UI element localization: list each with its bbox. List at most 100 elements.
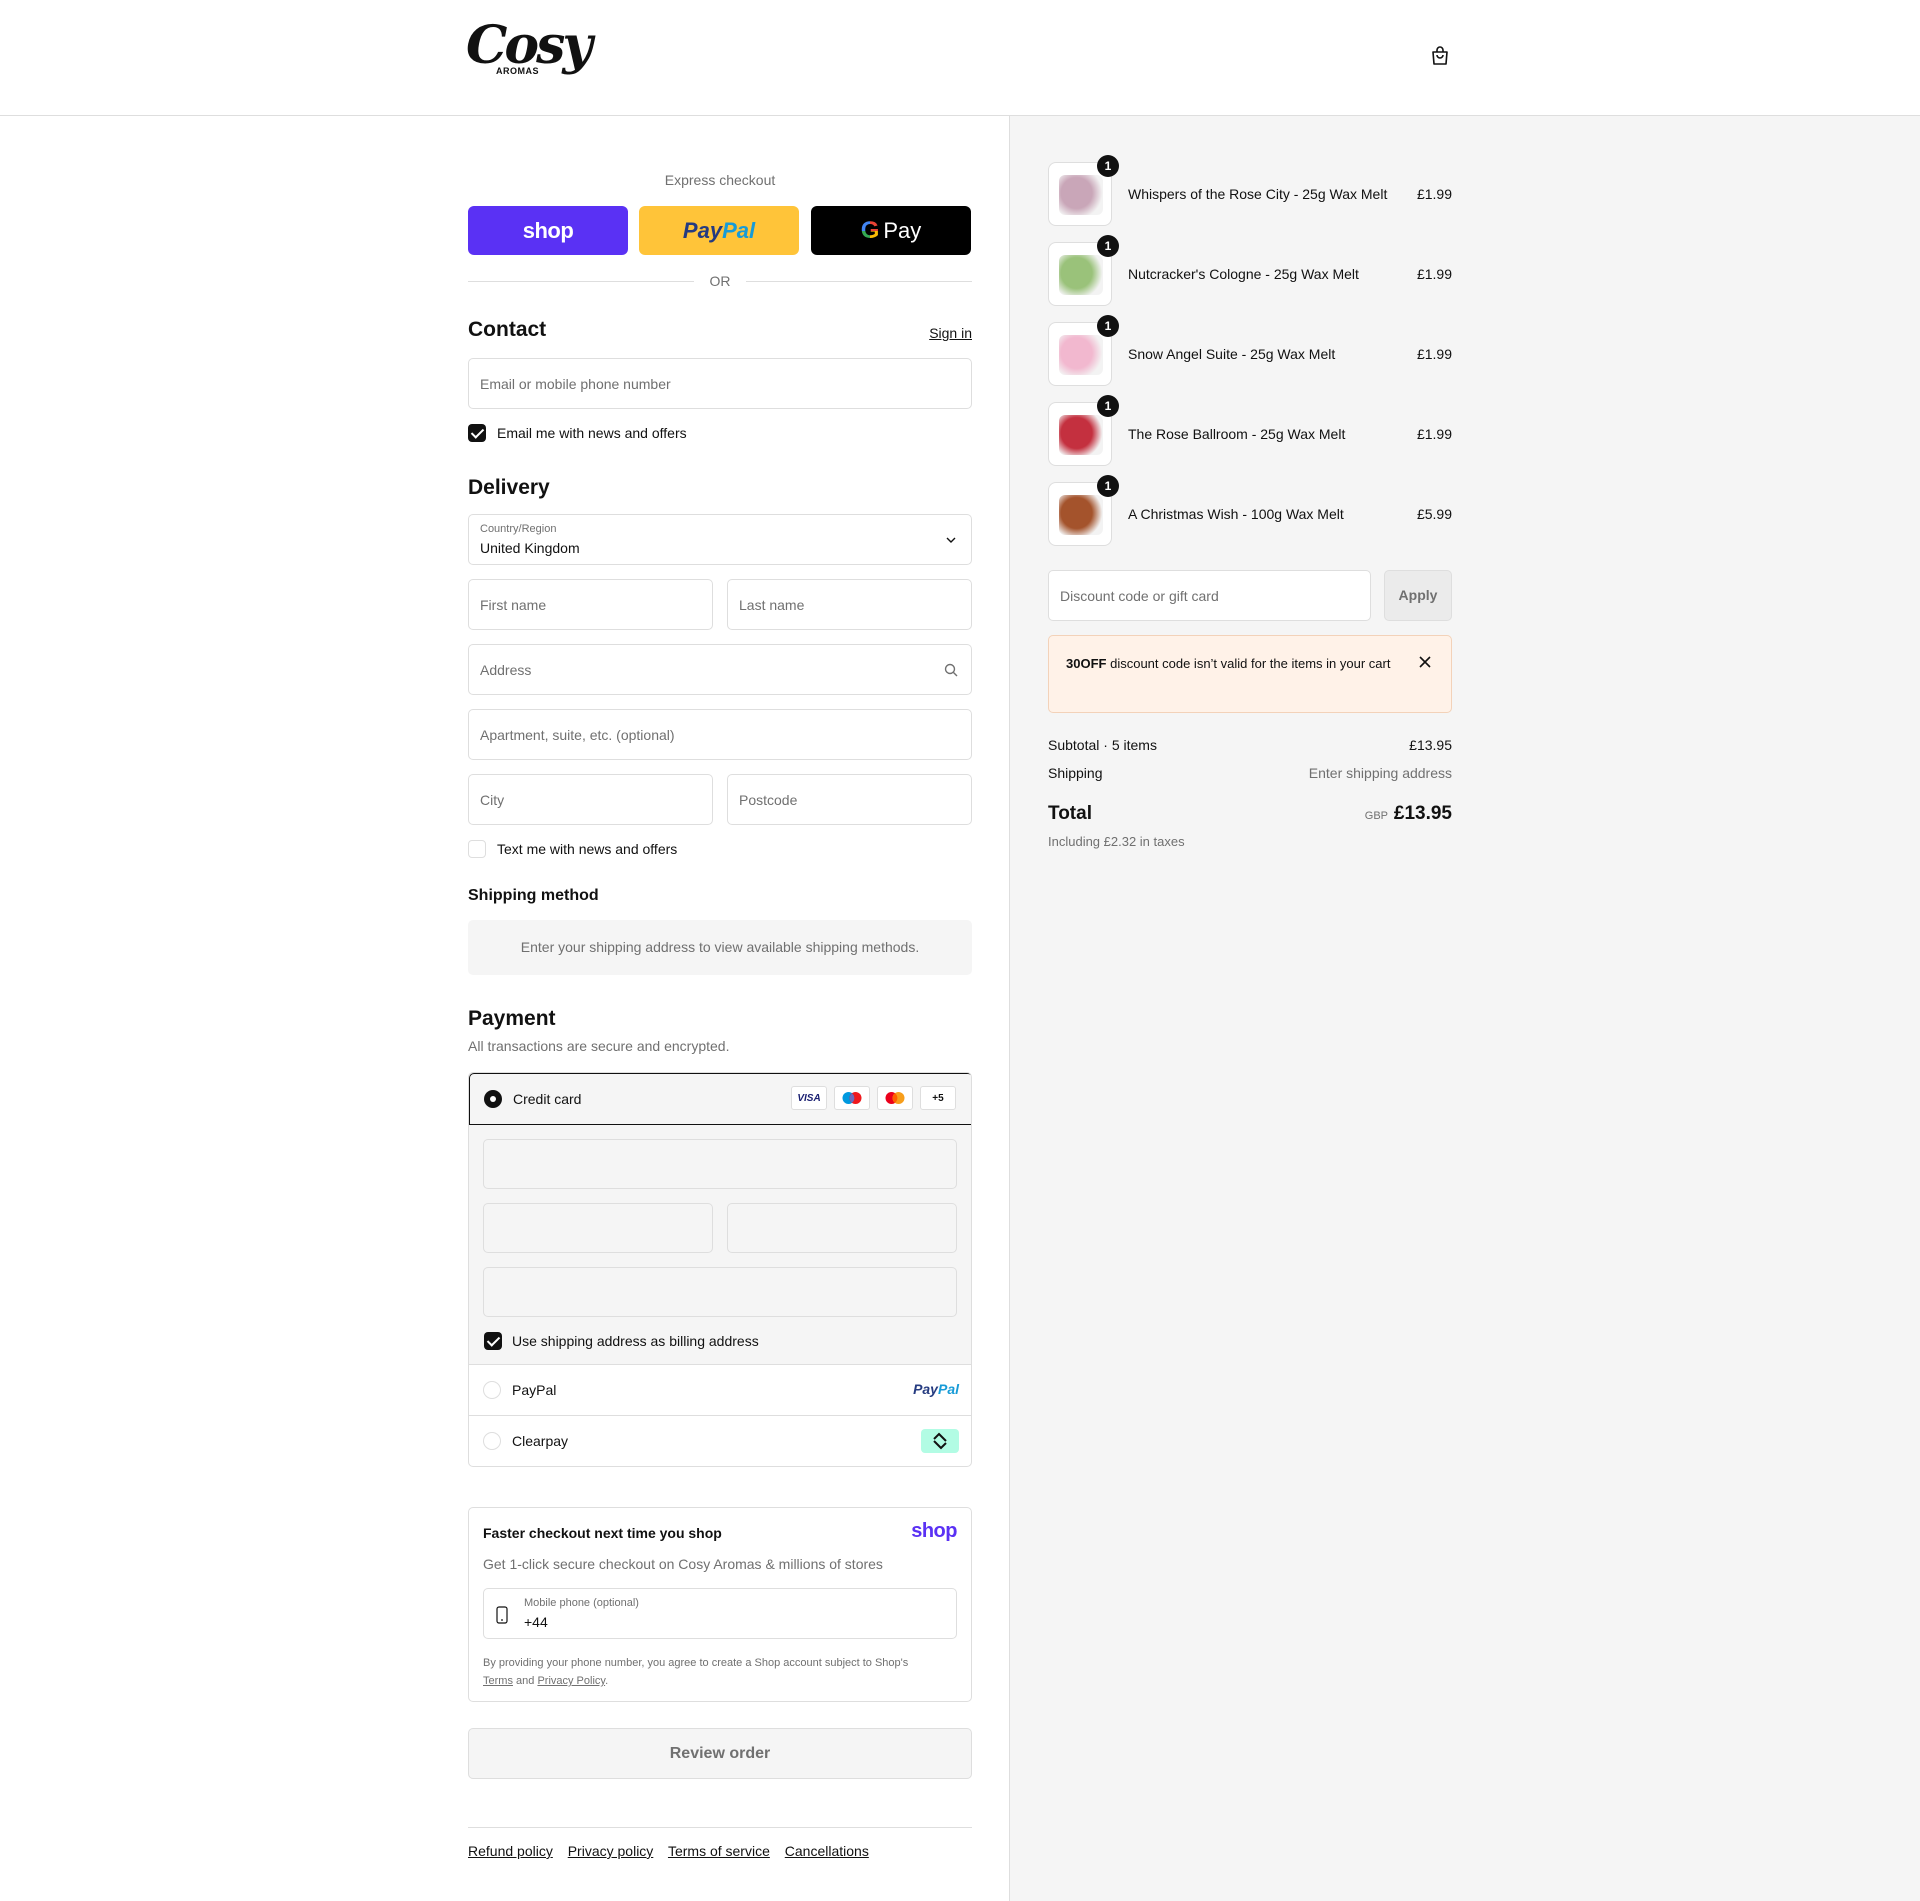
- country-label: Country/Region: [480, 523, 557, 535]
- payment-methods: Credit card VISA +5 Use shipping address…: [468, 1072, 972, 1467]
- last-name-field[interactable]: Last name: [727, 579, 972, 630]
- shipping-value: Enter shipping address: [1308, 765, 1452, 781]
- country-value: United Kingdom: [480, 540, 580, 556]
- mastercard-icon: [877, 1086, 913, 1110]
- address-placeholder: Address: [480, 662, 532, 678]
- shop-pay-label: shop: [522, 217, 574, 243]
- google-pay-button[interactable]: G Pay: [811, 206, 971, 255]
- item-price: £1.99: [1416, 186, 1452, 202]
- sign-in-link[interactable]: Sign in: [929, 325, 972, 341]
- footer-links: Refund policy Privacy policy Terms of se…: [468, 1843, 880, 1859]
- paypal-option-label: PayPal: [512, 1382, 557, 1398]
- maestro-icon: [834, 1086, 870, 1110]
- item-price: £1.99: [1416, 266, 1452, 282]
- item-name: The Rose Ballroom - 25g Wax Melt: [1128, 426, 1346, 442]
- apartment-field[interactable]: Apartment, suite, etc. (optional): [468, 709, 972, 760]
- text-news-checkbox[interactable]: [468, 840, 486, 858]
- or-text: OR: [709, 273, 731, 289]
- clearpay-option[interactable]: Clearpay: [469, 1416, 971, 1466]
- paypal-pay-text: Pay: [682, 217, 723, 243]
- total-value: £13.95: [1393, 803, 1452, 824]
- discount-code-field[interactable]: Discount code or gift card: [1048, 570, 1371, 621]
- mobile-phone-field[interactable]: Mobile phone (optional) +44: [483, 1588, 957, 1639]
- shipping-method-message: Enter your shipping address to view avai…: [468, 920, 972, 975]
- city-field[interactable]: City: [468, 774, 713, 825]
- clearpay-radio[interactable]: [483, 1432, 501, 1450]
- discount-error-message: 30OFF discount code isn’t valid for the …: [1066, 656, 1391, 671]
- cart-item: 1 Whispers of the Rose City - 25g Wax Me…: [1048, 155, 1452, 226]
- credit-card-option[interactable]: Credit card VISA +5: [469, 1073, 971, 1125]
- paypal-radio[interactable]: [483, 1381, 501, 1399]
- item-name: A Christmas Wish - 100g Wax Melt: [1128, 506, 1344, 522]
- shop-signup-title: Faster checkout next time you shop: [483, 1525, 722, 1541]
- shop-privacy-link[interactable]: Privacy Policy: [537, 1675, 605, 1687]
- first-name-field[interactable]: First name: [468, 579, 713, 630]
- product-image: [1059, 175, 1103, 215]
- cancellations-link[interactable]: Cancellations: [785, 1843, 869, 1859]
- card-name-field[interactable]: [483, 1267, 957, 1317]
- cosy-aromas-logo[interactable]: Cosy AROMAS: [466, 16, 593, 96]
- postcode-field[interactable]: Postcode: [727, 774, 972, 825]
- address-field[interactable]: Address: [468, 644, 972, 695]
- item-price: £1.99: [1416, 346, 1452, 362]
- footer-divider: [468, 1827, 972, 1828]
- product-image: [1059, 255, 1103, 295]
- refund-policy-link[interactable]: Refund policy: [468, 1843, 553, 1859]
- apply-discount-button[interactable]: Apply: [1384, 570, 1452, 621]
- credit-card-radio[interactable]: [484, 1090, 502, 1108]
- cart-item: 1 A Christmas Wish - 100g Wax Melt £5.99: [1048, 475, 1452, 546]
- paypal-option[interactable]: PayPal PayPal: [469, 1365, 971, 1416]
- card-number-field[interactable]: [483, 1139, 957, 1189]
- subtotal-value: £13.95: [1409, 737, 1452, 753]
- delivery-heading: Delivery: [468, 476, 550, 499]
- or-divider: OR: [468, 271, 972, 291]
- card-security-code-field[interactable]: [727, 1203, 957, 1253]
- quantity-badge: 1: [1097, 235, 1119, 257]
- discount-placeholder: Discount code or gift card: [1060, 588, 1219, 604]
- card-expiry-field[interactable]: [483, 1203, 713, 1253]
- express-checkout-title: Express checkout: [664, 172, 776, 188]
- mobile-phone-label: Mobile phone (optional): [524, 1597, 639, 1609]
- email-placeholder: Email or mobile phone number: [480, 376, 671, 392]
- cart-item: 1 Nutcracker's Cologne - 25g Wax Melt £1…: [1048, 235, 1452, 306]
- item-name: Nutcracker's Cologne - 25g Wax Melt: [1128, 266, 1359, 282]
- item-price: £1.99: [1416, 426, 1452, 442]
- review-order-button[interactable]: Review order: [468, 1728, 972, 1779]
- shop-pay-button[interactable]: shop: [468, 206, 628, 255]
- privacy-policy-link[interactable]: Privacy policy: [568, 1843, 654, 1859]
- apartment-placeholder: Apartment, suite, etc. (optional): [480, 727, 675, 743]
- shopping-bag-icon[interactable]: [1428, 44, 1452, 68]
- visa-icon: VISA: [791, 1086, 827, 1110]
- terms-of-service-link[interactable]: Terms of service: [668, 1843, 770, 1859]
- logo-subtext: AROMAS: [496, 66, 539, 76]
- site-header: Cosy AROMAS: [0, 0, 1920, 116]
- tax-note: Including £2.32 in taxes: [1048, 834, 1185, 849]
- quantity-badge: 1: [1097, 475, 1119, 497]
- billing-address-checkbox[interactable]: [484, 1332, 502, 1350]
- payment-subtitle: All transactions are secure and encrypte…: [468, 1038, 730, 1054]
- shipping-method-heading: Shipping method: [468, 887, 599, 904]
- shop-signup-subtitle: Get 1-click secure checkout on Cosy Arom…: [483, 1556, 883, 1572]
- country-select[interactable]: Country/Region United Kingdom: [468, 514, 972, 565]
- cart-item: 1 The Rose Ballroom - 25g Wax Melt £1.99: [1048, 395, 1452, 466]
- email-news-checkbox[interactable]: [468, 424, 486, 442]
- product-image: [1059, 415, 1103, 455]
- discount-error-notice: 30OFF discount code isn’t valid for the …: [1048, 635, 1452, 713]
- first-name-placeholder: First name: [480, 597, 547, 613]
- quantity-badge: 1: [1097, 395, 1119, 417]
- email-field[interactable]: Email or mobile phone number: [468, 358, 972, 409]
- shop-terms-link[interactable]: Terms: [483, 1675, 513, 1687]
- cart-item: 1 Snow Angel Suite - 25g Wax Melt £1.99: [1048, 315, 1452, 386]
- item-name: Whispers of the Rose City - 25g Wax Melt: [1128, 186, 1388, 202]
- product-thumbnail: 1: [1048, 395, 1119, 466]
- close-icon[interactable]: [1417, 654, 1433, 670]
- more-cards-badge: +5: [920, 1086, 956, 1110]
- shop-pay-signup-box: Faster checkout next time you shop shop …: [468, 1507, 972, 1702]
- credit-card-label: Credit card: [513, 1091, 582, 1107]
- postcode-placeholder: Postcode: [739, 792, 798, 808]
- product-thumbnail: 1: [1048, 475, 1119, 546]
- google-g-icon: G: [860, 216, 880, 244]
- paypal-button[interactable]: Pay Pal: [639, 206, 799, 255]
- email-news-label: Email me with news and offers: [497, 425, 687, 441]
- product-thumbnail: 1: [1048, 235, 1119, 306]
